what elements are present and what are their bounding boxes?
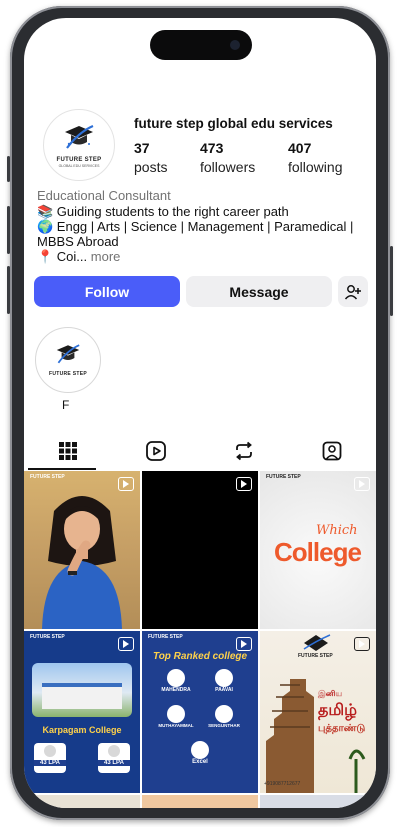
reel-badge-icon — [236, 477, 252, 491]
college-badge-muthayammal: MUTHAYAMMAL — [156, 705, 196, 728]
college-badge-sengunthar: SENGUNTHAR — [204, 705, 244, 728]
bio-line-4: 📍 Coi... more — [37, 249, 367, 264]
post-logo: FUTURE STEP — [30, 474, 65, 480]
post-partial-1[interactable] — [24, 795, 140, 808]
profile-category: Educational Consultant — [37, 188, 171, 203]
student-illustration — [42, 496, 122, 629]
lpa-badge-2: 43 LPA — [98, 743, 130, 773]
post-logo: FUTURE STEP — [148, 634, 183, 640]
profile-username: future step global edu services — [134, 116, 333, 131]
more-link[interactable]: more — [91, 249, 121, 264]
post-logo: FUTURE STEP — [298, 653, 333, 659]
reel-badge-icon — [354, 637, 370, 651]
reel-badge-icon — [118, 637, 134, 651]
tamil-line-3: புத்தாண்டு — [318, 723, 366, 734]
bio-line-1: 📚 Guiding students to the right career p… — [37, 204, 289, 219]
followers-count: 473 — [200, 140, 224, 156]
highlight-logo-text: FUTURE STEP — [48, 371, 88, 377]
stat-followers[interactable]: 473 followers — [200, 140, 255, 175]
following-count: 407 — [288, 140, 312, 156]
grid-icon — [59, 442, 77, 460]
followers-label: followers — [200, 159, 256, 175]
post-partial-2[interactable] — [142, 795, 258, 808]
following-label: following — [288, 159, 343, 175]
college-badge-mahendra: MAHENDRA — [156, 669, 196, 693]
stat-following[interactable]: 407 following — [288, 140, 342, 175]
post-top-ranked[interactable]: FUTURE STEP Top Ranked college MAHENDRA … — [142, 631, 258, 793]
tab-reposts[interactable] — [200, 432, 288, 470]
post-black-video[interactable] — [142, 471, 258, 629]
post-logo: FUTURE STEP — [266, 474, 301, 480]
active-tab-indicator — [28, 468, 96, 470]
karpagam-title: Karpagam College — [42, 725, 122, 735]
logo-subtext: GLOBAL EDU SERVICES — [58, 164, 100, 168]
college-badge-paavai: PAAVAI — [204, 669, 244, 693]
reels-icon — [146, 441, 166, 461]
top-ranked-title: Top Ranked college — [152, 651, 248, 662]
tagged-icon — [322, 441, 342, 461]
profile-avatar[interactable]: FUTURE STEP GLOBAL EDU SERVICES — [43, 109, 115, 181]
bio-line-3: MBBS Abroad — [37, 234, 119, 249]
highlight-circle[interactable]: FUTURE STEP — [35, 327, 101, 393]
highlight-logo-icon — [56, 344, 80, 364]
posts-count: 37 — [134, 140, 150, 156]
posts-label: posts — [134, 159, 168, 175]
post-logo: FUTURE STEP — [30, 634, 65, 640]
contact-number: +919087712677 — [264, 781, 301, 787]
post-karpagam[interactable]: FUTURE STEP Karpagam College 43 LPA 43 L… — [24, 631, 140, 793]
reel-badge-icon — [236, 637, 252, 651]
logo-text: FUTURE STEP — [56, 157, 102, 163]
lpa-text-2: 43 LPA — [98, 760, 130, 766]
post-tamil-new-year[interactable]: FUTURE STEP இனிய தமிழ் புத்தாண்டு +91908… — [260, 631, 376, 793]
graduation-logo-icon — [64, 124, 94, 149]
phone-volume-up — [7, 206, 10, 254]
campus-photo — [32, 663, 132, 717]
phone-mute-button — [7, 156, 10, 182]
bio-location-text: 📍 Coi... — [37, 249, 88, 264]
profile-tabs — [24, 432, 376, 470]
phone-power-button — [390, 246, 393, 316]
dynamic-island — [150, 30, 252, 60]
reel-badge-icon — [354, 477, 370, 491]
college-badge-excel: Excel — [180, 741, 220, 765]
post-partial-3[interactable] — [260, 795, 376, 808]
highlight-label: F — [62, 398, 70, 412]
tab-tagged[interactable] — [288, 432, 376, 470]
camera-icon — [230, 40, 240, 50]
message-button[interactable]: Message — [186, 276, 332, 307]
phone-volume-down — [7, 266, 10, 314]
reel-badge-icon — [118, 477, 134, 491]
college-text: College — [274, 537, 362, 567]
stat-posts[interactable]: 37 posts — [134, 140, 167, 175]
add-person-icon — [344, 284, 361, 300]
bio-line-2: 🌍 Engg | Arts | Science | Management | P… — [37, 219, 354, 234]
tab-grid[interactable] — [24, 432, 112, 470]
lpa-text-1: 43 LPA — [34, 760, 66, 766]
post-which-college[interactable]: FUTURE STEP Which College — [260, 471, 376, 629]
follow-button[interactable]: Follow — [34, 276, 180, 307]
tamil-line-1: இனிய — [318, 689, 343, 698]
which-text: Which — [316, 523, 358, 538]
post-thinking-student[interactable]: FUTURE STEP — [24, 471, 140, 629]
lpa-badge-1: 43 LPA — [34, 743, 66, 773]
tamil-line-2: தமிழ் — [318, 702, 358, 719]
tab-reels[interactable] — [112, 432, 200, 470]
suggest-people-button[interactable] — [338, 276, 368, 307]
app-screen: FUTURE STEP GLOBAL EDU SERVICES future s… — [24, 18, 376, 808]
repost-icon — [236, 441, 252, 461]
